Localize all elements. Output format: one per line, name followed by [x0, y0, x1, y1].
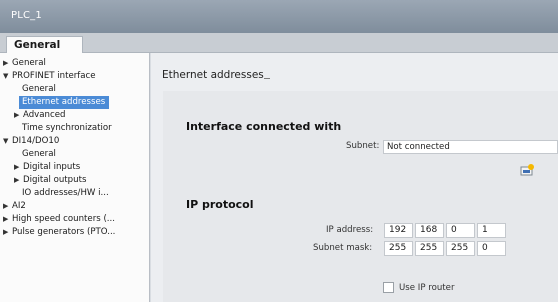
interface-heading: Interface connected with: [186, 120, 342, 133]
ip-octet-1[interactable]: 192: [384, 223, 413, 238]
chevron-right-icon[interactable]: ▶: [3, 226, 12, 239]
tree-item-di14-do10[interactable]: ▼ DI14/DO10: [3, 135, 59, 148]
tree-item-high-speed-counters[interactable]: ▶ High speed counters (...: [3, 213, 115, 226]
subnet-label: Subnet:: [346, 141, 380, 151]
ip-octet-3[interactable]: 0: [446, 223, 475, 238]
properties-content: Ethernet addresses Interface connected w…: [151, 53, 558, 302]
chevron-right-icon[interactable]: ▶: [14, 161, 23, 174]
chevron-right-icon[interactable]: ▶: [3, 213, 12, 226]
tree-item-ai2[interactable]: ▶ AI2: [3, 200, 26, 213]
use-ip-router-checkbox[interactable]: [383, 282, 394, 293]
mask-octet-2[interactable]: 255: [415, 241, 444, 256]
tree-item-ethernet-addresses[interactable]: Ethernet addresses: [19, 96, 110, 109]
tree-item-digital-outputs[interactable]: ▶ Digital outputs: [14, 174, 86, 187]
ip-address-label: IP address:: [326, 225, 374, 235]
chevron-right-icon[interactable]: ▶: [3, 57, 12, 70]
mask-octet-4[interactable]: 0: [477, 241, 506, 256]
subnet-mask-label: Subnet mask:: [313, 243, 373, 253]
chevron-down-icon[interactable]: ▼: [3, 135, 12, 148]
ip-octet-4[interactable]: 1: [477, 223, 506, 238]
ethernet-panel: Interface connected with Subnet: Not con…: [163, 91, 558, 302]
tree-item-general[interactable]: ▶ General: [3, 57, 46, 70]
tree-item-digital-inputs[interactable]: ▶ Digital inputs: [14, 161, 80, 174]
tree-item-di-general[interactable]: General: [22, 148, 56, 161]
mask-octet-1[interactable]: 255: [384, 241, 413, 256]
tab-general[interactable]: General: [6, 36, 83, 54]
chevron-down-icon[interactable]: ▼: [3, 70, 12, 83]
section-divider: [264, 78, 270, 79]
chevron-right-icon[interactable]: ▶: [3, 200, 12, 213]
tree-item-pulse-generators[interactable]: ▶ Pulse generators (PTO...: [3, 226, 115, 239]
subnet-field[interactable]: Not connected: [383, 140, 558, 154]
window-titlebar: PLC_1: [0, 0, 558, 33]
tree-item-io-addresses[interactable]: IO addresses/HW i...: [22, 187, 109, 200]
use-ip-router-label: Use IP router: [399, 283, 455, 293]
ip-octet-2[interactable]: 168: [415, 223, 444, 238]
tree-item-profinet-interface[interactable]: ▼ PROFINET interface: [3, 70, 96, 83]
tab-strip: General: [0, 33, 558, 54]
tree-item-time-synchronization[interactable]: Time synchronizatior: [22, 122, 112, 135]
mask-octet-3[interactable]: 255: [446, 241, 475, 256]
chevron-right-icon[interactable]: ▶: [14, 109, 23, 122]
window-title: PLC_1: [11, 10, 42, 21]
ip-protocol-heading: IP protocol: [186, 198, 254, 211]
add-subnet-icon[interactable]: [519, 163, 535, 177]
chevron-right-icon[interactable]: ▶: [14, 174, 23, 187]
tree-item-advanced[interactable]: ▶ Advanced: [14, 109, 65, 122]
tree-item-profinet-general[interactable]: General: [22, 83, 56, 96]
section-title: Ethernet addresses: [162, 69, 264, 81]
sidebar-tree: ▶ General ▼ PROFINET interface General Eth…: [0, 53, 150, 302]
